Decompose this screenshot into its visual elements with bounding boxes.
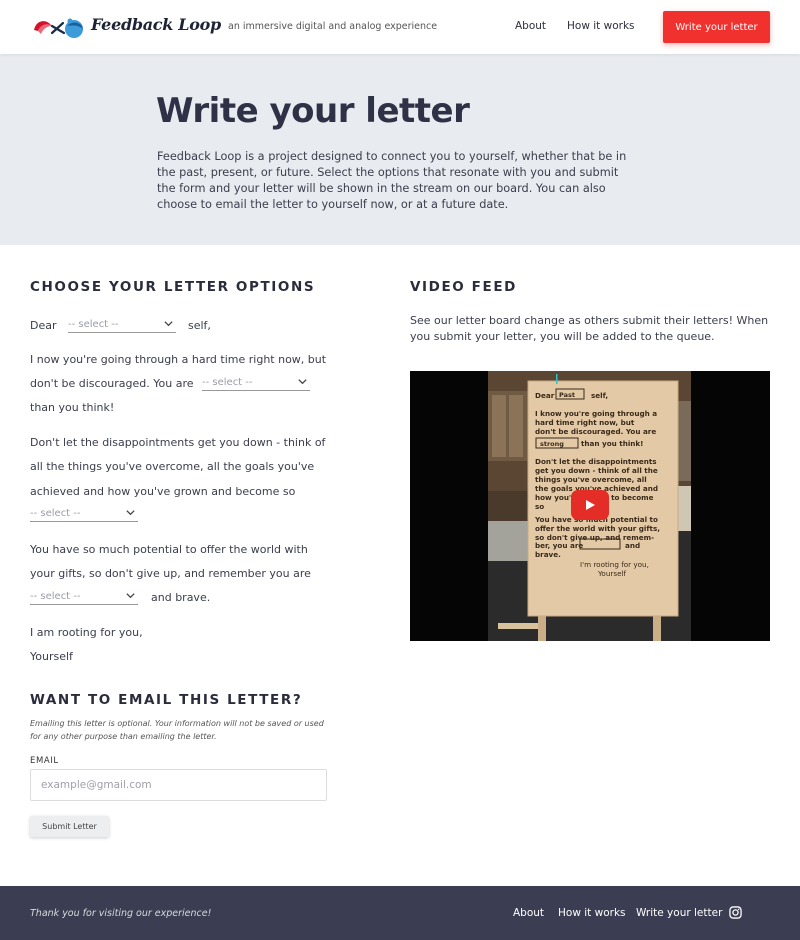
footer-write-letter-link[interactable]: Write your letter bbox=[636, 907, 722, 919]
svg-text:Dear: Dear bbox=[535, 391, 555, 400]
svg-text:Yourself: Yourself bbox=[597, 569, 627, 578]
brand-name[interactable]: Feedback Loop bbox=[91, 15, 221, 34]
svg-text:self,: self, bbox=[591, 391, 608, 400]
chevron-down-icon bbox=[126, 593, 135, 599]
page-title: Write your letter bbox=[156, 91, 470, 131]
nav-how-it-works-link[interactable]: How it works bbox=[567, 20, 635, 32]
dear-text: Dear bbox=[30, 319, 57, 332]
feedback-loop-logo-icon[interactable] bbox=[32, 14, 88, 40]
email-label: EMAIL bbox=[30, 756, 59, 766]
you-are-select-value: -- select -- bbox=[202, 377, 253, 388]
play-button[interactable] bbox=[571, 490, 609, 520]
site-footer: Thank you for visiting our experience! A… bbox=[0, 886, 800, 940]
svg-text:offer the world with your gift: offer the world with your gifts, bbox=[535, 524, 660, 533]
chevron-down-icon bbox=[164, 321, 173, 327]
svg-text:Don't let the disappointments: Don't let the disappointments bbox=[535, 457, 657, 466]
svg-text:brave.: brave. bbox=[535, 550, 561, 559]
svg-text:hard time right now, but: hard time right now, but bbox=[535, 418, 635, 427]
svg-text:and: and bbox=[625, 541, 640, 550]
instagram-icon[interactable] bbox=[729, 906, 742, 919]
letter-line: your gifts, so don't give up, and rememb… bbox=[30, 567, 311, 580]
svg-text:I know you're going through a: I know you're going through a bbox=[535, 409, 657, 418]
video-description: See our letter board change as others su… bbox=[410, 314, 769, 343]
letter-line: Don't let the disappointments get you do… bbox=[30, 436, 326, 449]
nav-about-link[interactable]: About bbox=[515, 20, 546, 32]
tagline: an immersive digital and analog experien… bbox=[228, 21, 438, 32]
write-letter-cta-button[interactable]: Write your letter bbox=[663, 11, 770, 43]
email-field[interactable] bbox=[30, 769, 327, 801]
letter-line: You have so much potential to offer the … bbox=[30, 543, 308, 556]
svg-text:I'm rooting for you,: I'm rooting for you, bbox=[580, 560, 649, 569]
email-note: Emailing this letter is optional. Your i… bbox=[30, 719, 324, 741]
svg-text:so: so bbox=[535, 502, 544, 511]
svg-text:strong: strong bbox=[540, 440, 564, 448]
signature-text: Yourself bbox=[30, 650, 73, 663]
letter-line: and brave. bbox=[151, 591, 211, 604]
submit-letter-button[interactable]: Submit Letter bbox=[30, 816, 109, 837]
chevron-down-icon bbox=[126, 510, 135, 516]
hero-description: Feedback Loop is a project designed to c… bbox=[157, 150, 627, 211]
letter-options-heading: CHOOSE YOUR LETTER OPTIONS bbox=[30, 279, 316, 295]
svg-text:ber, you are: ber, you are bbox=[535, 541, 583, 550]
time-select[interactable]: -- select -- bbox=[68, 319, 176, 333]
become-select-value: -- select -- bbox=[30, 508, 81, 519]
video-player[interactable]: Dear Past self, I know you're going thro… bbox=[410, 371, 770, 641]
closing-text: I am rooting for you, bbox=[30, 626, 143, 639]
svg-text:than you think!: than you think! bbox=[581, 439, 643, 448]
site-header: Feedback Loop an immersive digital and a… bbox=[0, 0, 800, 54]
email-heading: WANT TO EMAIL THIS LETTER? bbox=[30, 692, 303, 708]
svg-text:don't be discouraged. You are: don't be discouraged. You are bbox=[535, 427, 656, 436]
footer-how-it-works-link[interactable]: How it works bbox=[558, 907, 626, 919]
become-select[interactable]: -- select -- bbox=[30, 508, 138, 522]
self-text: self, bbox=[188, 319, 211, 332]
footer-about-link[interactable]: About bbox=[513, 907, 544, 919]
letter-line: all the things you've overcome, all the … bbox=[30, 460, 315, 473]
hero-section: Write your letter Feedback Loop is a pro… bbox=[0, 54, 800, 245]
time-select-value: -- select -- bbox=[68, 319, 119, 330]
video-feed-heading: VIDEO FEED bbox=[410, 279, 517, 295]
footer-thanks: Thank you for visiting our experience! bbox=[30, 908, 212, 919]
svg-text:Past: Past bbox=[559, 391, 575, 399]
play-icon bbox=[586, 500, 595, 510]
letter-line: than you think! bbox=[30, 401, 115, 414]
you-are-brave-select[interactable]: -- select -- bbox=[30, 591, 138, 605]
letter-line: don't be discouraged. You are bbox=[30, 377, 194, 390]
letter-line: I now you're going through a hard time r… bbox=[30, 353, 327, 366]
you-are-select[interactable]: -- select -- bbox=[202, 377, 310, 391]
chevron-down-icon bbox=[298, 379, 307, 385]
svg-text:things you've overcome, all: things you've overcome, all bbox=[535, 475, 647, 484]
letter-line: achieved and how you've grown and become… bbox=[30, 485, 296, 498]
svg-text:get you down - think of all th: get you down - think of all the bbox=[535, 466, 658, 475]
you-are-brave-select-value: -- select -- bbox=[30, 591, 81, 602]
